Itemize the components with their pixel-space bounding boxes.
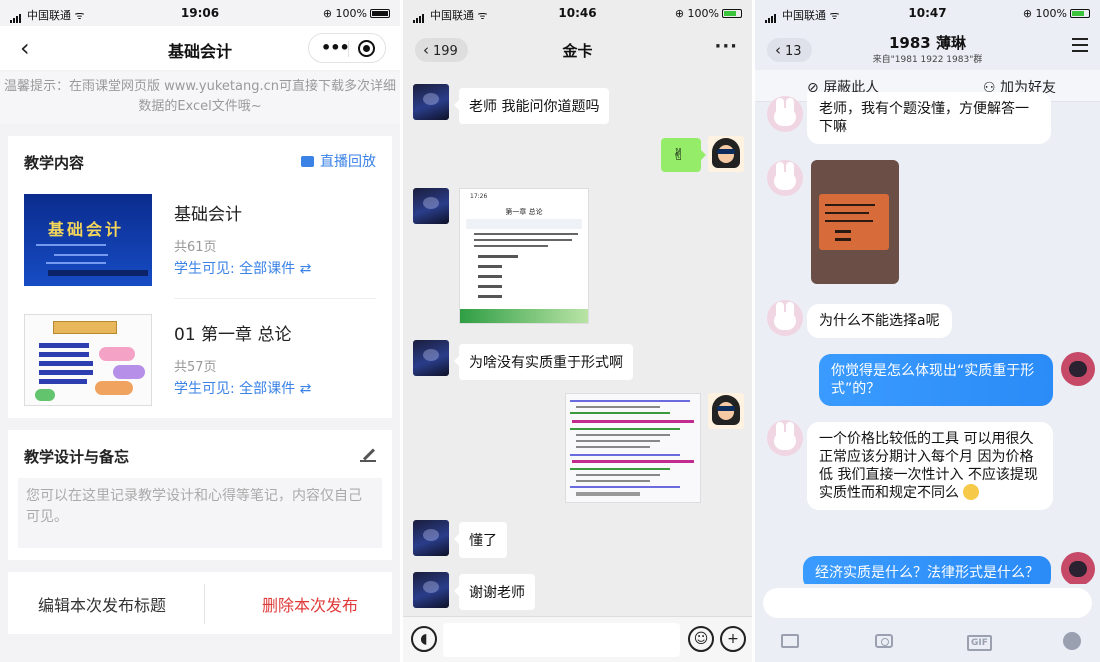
nav-bar: ‹ 基础会计 ••• xyxy=(0,26,400,70)
avatar[interactable] xyxy=(767,420,803,456)
sad-emoji-icon xyxy=(963,484,980,500)
course-pages: 共57页 xyxy=(174,360,217,375)
image-icon[interactable] xyxy=(781,634,799,652)
message-bubble: 老师 我能问你道题吗 xyxy=(453,88,610,124)
voice-icon[interactable]: ◖ xyxy=(411,626,437,652)
teaching-content-card: 教学内容 直播回放 基础会计 基础会计 共61页 学生可见: 全部课件 ⇄ 01… xyxy=(8,136,392,418)
avatar[interactable] xyxy=(413,520,449,556)
miniprogram-capsule[interactable]: ••• xyxy=(308,33,386,63)
emoji-icon[interactable]: ☺ xyxy=(688,626,714,652)
emoji-icon[interactable] xyxy=(1063,632,1081,654)
emoji-bubble: ✌ xyxy=(661,138,706,172)
screenshot-image[interactable]: 17:26 第一章 总论 xyxy=(459,188,589,324)
actions-bar: 编辑本次发布标题 删除本次发布 xyxy=(8,572,392,634)
message-bubble: 谢谢老师 xyxy=(454,574,535,610)
plus-icon[interactable]: + xyxy=(720,626,746,652)
course-page-panel: 中国联通 ᯤ 19:06 ⊕ 100% ‹ 基础会计 ••• 温馨提示：在雨课堂… xyxy=(0,0,400,662)
battery-status: ⊕ 100% xyxy=(1023,7,1090,20)
course-name: 01 第一章 总论 xyxy=(174,325,292,345)
avatar[interactable] xyxy=(767,160,803,196)
memo-field[interactable]: 您可以在这里记录教学设计和心得等笔记，内容仅自己可见。 xyxy=(18,478,382,548)
contact-name: 1983 薄琳 xyxy=(889,34,966,52)
avatar[interactable] xyxy=(767,300,803,336)
live-replay-link[interactable]: 直播回放 xyxy=(301,151,376,171)
camera-icon[interactable] xyxy=(875,634,893,652)
visibility-toggle[interactable]: 学生可见: 全部课件 ⇄ xyxy=(174,378,311,398)
course-pages: 共61页 xyxy=(174,240,217,255)
avatar[interactable] xyxy=(1061,552,1095,586)
wechat-chat-panel: 中国联通 ᯤ 10:46 ⊕ 100% ‹ 199 金卡 ··· 老师 我能问你道… xyxy=(403,0,752,662)
status-bar: 中国联通 ᯤ 10:46 ⊕ 100% xyxy=(403,0,752,24)
menu-icon[interactable] xyxy=(1072,38,1088,52)
qq-chat-panel: 中国联通 ᯤ 10:47 ⊕ 100% ‹ 13 1983 薄琳 来自"1981 … xyxy=(755,0,1100,662)
chat-title: 金卡 xyxy=(562,42,593,60)
course-thumbnail: 基础会计 xyxy=(24,194,152,286)
course-name: 基础会计 xyxy=(174,205,242,225)
avatar[interactable] xyxy=(413,188,449,224)
contact-source: 来自"1981 1922 1983"群 xyxy=(872,55,983,65)
chat-nav-bar: ‹ 13 1983 薄琳 来自"1981 1922 1983"群 xyxy=(755,26,1100,70)
course-item[interactable]: 基础会计 基础会计 共61页 学生可见: 全部课件 ⇄ xyxy=(24,190,376,286)
chat-nav-bar: ‹ 199 金卡 ··· xyxy=(403,26,752,70)
avatar[interactable] xyxy=(413,572,449,608)
avatar[interactable] xyxy=(767,96,803,132)
pencil-icon[interactable] xyxy=(360,446,376,462)
triptych-screenshot: 中国联通 ᯤ 19:06 ⊕ 100% ‹ 基础会计 ••• 温馨提示：在雨课堂… xyxy=(0,0,1100,662)
message-bubble: 懂了 xyxy=(454,522,507,558)
message-bubble: 老师，我有个题没懂，方便解答一下嘛 xyxy=(807,92,1051,144)
message-bubble: 你觉得是怎么体现出“实质重于形式”的？ xyxy=(819,354,1053,406)
avatar[interactable] xyxy=(413,340,449,376)
visibility-toggle[interactable]: 学生可见: 全部课件 ⇄ xyxy=(174,258,311,278)
status-bar: 中国联通 ᯤ 10:47 ⊕ 100% xyxy=(755,0,1100,24)
battery-icon xyxy=(722,9,742,18)
hand-emoji-icon: ✌ xyxy=(672,145,686,164)
screenshot-image[interactable] xyxy=(565,393,701,503)
battery-icon xyxy=(1070,9,1090,18)
gif-icon[interactable]: GIF xyxy=(967,634,992,651)
tv-icon xyxy=(301,156,314,167)
delete-release-button[interactable]: 删除本次发布 xyxy=(262,592,358,616)
download-tip: 温馨提示：在雨课堂网页版 www.yuketang.cn可直接下载多次详细数据的… xyxy=(0,72,400,124)
avatar[interactable] xyxy=(708,136,744,172)
message-input[interactable] xyxy=(763,588,1092,618)
avatar[interactable] xyxy=(1061,352,1095,386)
message-bubble: 为什么不能选择a呢 xyxy=(807,304,952,338)
chat-input-bar: GIF xyxy=(755,584,1100,662)
more-dots-icon[interactable]: ••• xyxy=(321,38,350,57)
battery-status: ⊕ 100% xyxy=(323,7,390,20)
course-item[interactable]: 01 第一章 总论 共57页 学生可见: 全部课件 ⇄ xyxy=(24,310,376,406)
more-icon[interactable]: ··· xyxy=(714,36,738,57)
message-bubble: 为啥没有实质重于形式啊 xyxy=(454,344,633,380)
battery-icon xyxy=(370,9,390,18)
status-bar: 中国联通 ᯤ 19:06 ⊕ 100% xyxy=(0,0,400,24)
memo-title: 教学设计与备忘 xyxy=(24,448,130,466)
thumb-header xyxy=(53,321,117,334)
close-target-icon[interactable] xyxy=(358,40,375,57)
avatar[interactable] xyxy=(413,84,449,120)
course-thumbnail xyxy=(24,314,152,406)
avatar[interactable] xyxy=(708,393,744,429)
message-bubble: 一个价格比较低的工具 可以用很久 正常应该分期计入每个月 因为价格低 我们直接一… xyxy=(807,422,1053,510)
chat-input-bar: ◖ ☺ + xyxy=(403,616,752,662)
memo-card: 教学设计与备忘 您可以在这里记录教学设计和心得等笔记，内容仅自己可见。 xyxy=(8,430,392,560)
photo-message[interactable] xyxy=(811,160,899,284)
battery-status: ⊕ 100% xyxy=(675,7,742,20)
section-title: 教学内容 xyxy=(24,154,85,172)
message-input[interactable] xyxy=(443,623,680,657)
edit-title-button[interactable]: 编辑本次发布标题 xyxy=(38,592,166,616)
